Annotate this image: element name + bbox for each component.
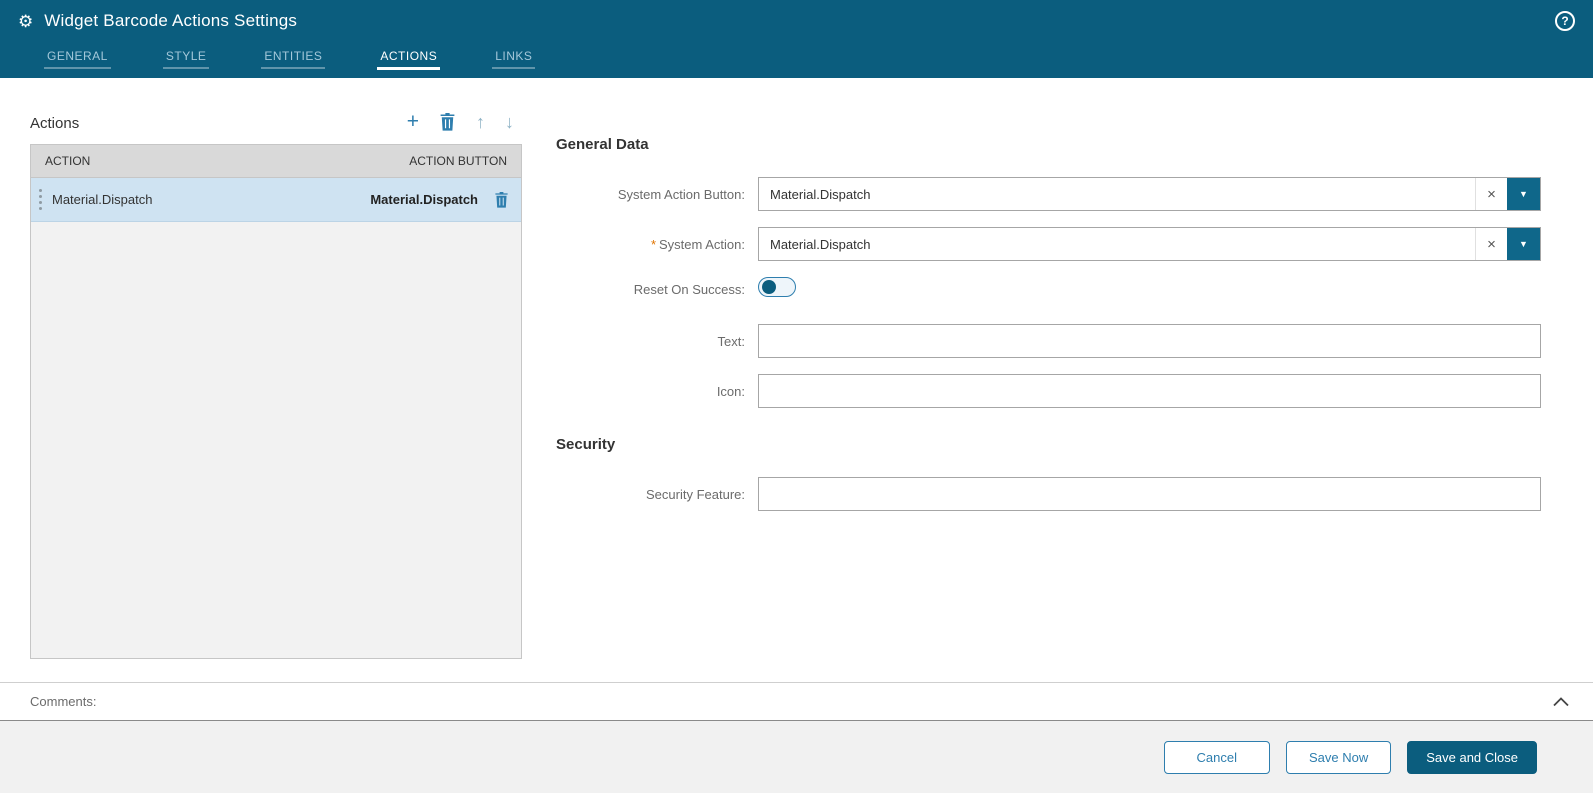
move-down-button[interactable]: ↓ [505,113,514,131]
help-button[interactable]: ? [1555,11,1575,31]
icon-label: Icon: [556,384,758,399]
dropdown-button[interactable]: ▼ [1507,228,1540,260]
field-system-action-button: System Action Button: × ▼ [556,177,1541,211]
field-icon: Icon: [556,374,1541,408]
chevron-down-icon: ▼ [1519,189,1528,199]
dropdown-button[interactable]: ▼ [1507,178,1540,210]
field-text: Text: [556,324,1541,358]
icon-input[interactable] [758,374,1541,408]
tab-entities[interactable]: ENTITIES [261,44,325,78]
section-title-general-data: General Data [556,136,1541,153]
main-content: Actions + ↑ ↓ [0,78,1593,682]
footer: Cancel Save Now Save and Close [0,721,1593,793]
action-cell: Material.Dispatch [52,192,370,207]
actions-table: ACTION ACTION BUTTON Material.Dispatch M… [30,144,522,659]
text-field [758,324,1541,358]
tab-bar: GENERAL STYLE ENTITIES ACTIONS LINKS [0,42,1593,78]
actions-panel-header: Actions + ↑ ↓ [30,104,522,132]
x-icon: × [1487,236,1496,253]
text-input[interactable] [758,324,1541,358]
settings-window: ⚙ Widget Barcode Actions Settings ? GENE… [0,0,1593,793]
section-title-security: Security [556,436,1541,453]
toggle-knob-icon [762,280,776,294]
reset-on-success-toggle[interactable] [758,277,796,297]
security-feature-input[interactable] [758,477,1541,511]
required-marker: * [651,237,656,252]
table-row[interactable]: Material.Dispatch Material.Dispatch [31,178,521,222]
column-action[interactable]: ACTION [45,154,90,168]
add-action-button[interactable]: + [407,111,419,132]
tab-links[interactable]: LINKS [492,44,535,78]
reset-on-success-field [758,277,1541,302]
system-action-button-label: System Action Button: [556,187,758,202]
system-action-label: *System Action: [556,237,758,252]
tab-actions[interactable]: ACTIONS [377,44,440,78]
delete-action-button[interactable] [439,113,456,131]
drag-handle-icon[interactable] [39,189,42,210]
arrow-down-icon: ↓ [505,112,514,132]
system-action-button-combobox: × ▼ [758,177,1541,211]
actions-panel: Actions + ↑ ↓ [30,78,522,682]
system-action-combobox: × ▼ [758,227,1541,261]
clear-button[interactable]: × [1475,228,1507,260]
system-action-button-field: × ▼ [758,177,1541,211]
icon-field [758,374,1541,408]
details-panel: General Data System Action Button: × ▼ [522,78,1593,682]
actions-table-header: ACTION ACTION BUTTON [31,145,521,178]
field-system-action: *System Action: × ▼ [556,227,1541,261]
field-reset-on-success: Reset On Success: [556,277,1541,302]
system-action-input[interactable] [759,228,1475,260]
plus-icon: + [407,110,419,133]
security-feature-field [758,477,1541,511]
collapse-comments-button[interactable] [1551,695,1571,709]
comments-label: Comments: [30,694,96,709]
gear-icon: ⚙ [18,13,33,30]
column-action-button[interactable]: ACTION BUTTON [409,154,507,168]
move-up-button[interactable]: ↑ [476,113,485,131]
trash-icon [494,192,509,208]
text-label: Text: [556,334,758,349]
row-delete-button[interactable] [494,192,509,208]
header: ⚙ Widget Barcode Actions Settings ? GENE… [0,0,1593,78]
clear-button[interactable]: × [1475,178,1507,210]
arrow-up-icon: ↑ [476,112,485,132]
reset-on-success-label: Reset On Success: [556,282,758,297]
cancel-button[interactable]: Cancel [1164,741,1270,774]
comments-bar: Comments: [0,682,1593,721]
system-action-button-input[interactable] [759,178,1475,210]
tab-style[interactable]: STYLE [163,44,210,78]
save-and-close-button[interactable]: Save and Close [1407,741,1537,774]
tab-general[interactable]: GENERAL [44,44,111,78]
save-now-button[interactable]: Save Now [1286,741,1391,774]
system-action-field: × ▼ [758,227,1541,261]
actions-toolbar: + ↑ ↓ [407,111,522,132]
trash-icon [439,113,456,131]
field-security-feature: Security Feature: [556,477,1541,511]
security-feature-label: Security Feature: [556,487,758,502]
chevron-down-icon: ▼ [1519,239,1528,249]
action-button-cell: Material.Dispatch [370,192,478,207]
actions-panel-title: Actions [30,115,79,132]
chevron-up-icon [1553,697,1569,707]
page-title: Widget Barcode Actions Settings [44,11,297,31]
question-mark-icon: ? [1561,14,1568,28]
header-title-bar: ⚙ Widget Barcode Actions Settings [0,0,1593,42]
x-icon: × [1487,186,1496,203]
